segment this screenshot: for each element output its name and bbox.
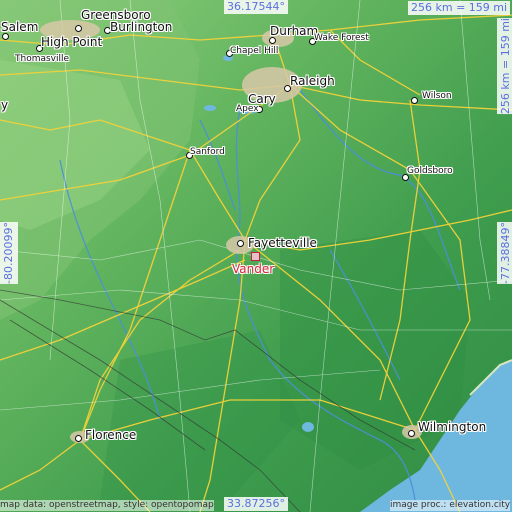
city-label-chapel-hill: Chapel Hill <box>230 46 279 56</box>
right-coordinate: -77.38849° <box>497 222 512 284</box>
scale-bar-horizontal: 256 km = 159 mi <box>408 1 511 15</box>
city-dot-salem <box>2 33 9 40</box>
city-dot-wilmington <box>408 430 415 437</box>
city-dot-greensboro <box>75 25 82 32</box>
processing-credit: image proc.: elevation.city <box>390 500 511 511</box>
city-label-wilson: Wilson <box>422 91 452 101</box>
city-label-raleigh: Raleigh <box>290 74 335 88</box>
city-label-burlington: Burlington <box>110 20 173 34</box>
scale-bar-vertical: 256 km = 159 mi <box>497 18 512 115</box>
target-label: Vander <box>232 262 275 276</box>
city-label-florence: Florence <box>85 428 137 442</box>
city-label-durham: Durham <box>270 24 319 38</box>
city-dot-florence <box>75 435 82 442</box>
map-view[interactable]: Greensboro Salem Burlington High Point T… <box>0 0 512 512</box>
city-label-goldsboro: Goldsboro <box>407 166 453 176</box>
city-label-wake-forest: Wake Forest <box>314 33 369 43</box>
top-coordinate: 36.17544° <box>224 0 288 14</box>
left-coordinate: -80.20099° <box>0 222 18 284</box>
city-dot-durham <box>269 37 276 44</box>
city-dot-wilson <box>411 97 418 104</box>
city-label-high-point: High Point <box>41 35 103 49</box>
map-credit: map data: openstreetmap, style: opentopo… <box>0 500 214 511</box>
bottom-coordinate: 33.87256° <box>224 497 288 511</box>
city-dot-fayetteville <box>237 240 244 247</box>
city-label-apex: Apex <box>236 104 259 114</box>
city-label-wilmington: Wilmington <box>418 420 487 434</box>
city-label-salem: Salem <box>1 20 39 34</box>
city-label-partial: y <box>1 98 9 112</box>
city-label-sanford: Sanford <box>190 147 225 157</box>
city-label-fayetteville: Fayetteville <box>248 236 317 250</box>
city-label-thomasville: Thomasville <box>15 54 70 64</box>
location-marker-icon[interactable] <box>251 252 260 261</box>
